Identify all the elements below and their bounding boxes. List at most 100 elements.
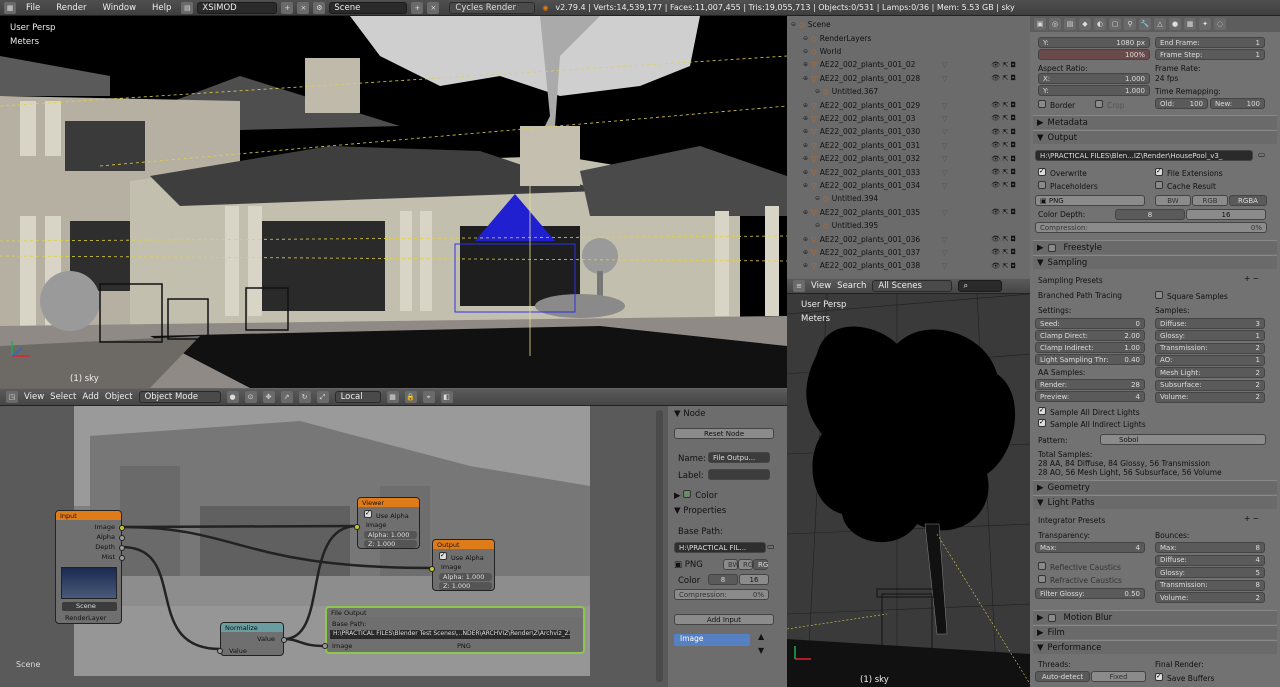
- constraints-tab-icon[interactable]: ⚲: [1124, 18, 1136, 30]
- menu-file[interactable]: File: [20, 3, 46, 13]
- visibility-icons[interactable]: 👁 ⇱ ◘: [991, 61, 1016, 69]
- reflective-caustics-checkbox[interactable]: Reflective Caustics: [1038, 562, 1121, 572]
- object-tab-icon[interactable]: ▢: [1109, 18, 1121, 30]
- compression-slider[interactable]: Compression: 0%: [674, 589, 769, 600]
- outliner-row[interactable]: ⊕ ▽ AE22_002_plants_001_02 ▽ 👁 ⇱ ◘: [787, 58, 1030, 71]
- scene-icon[interactable]: ⚙: [313, 1, 326, 14]
- viewer-use-alpha-checkbox[interactable]: [364, 509, 372, 518]
- socket-alpha[interactable]: [119, 535, 125, 541]
- file-output-node[interactable]: File Output Base Path: H:\PRACTICAL FILE…: [322, 606, 585, 654]
- film-panel-header[interactable]: ▶ Film: [1033, 625, 1277, 639]
- expand-toggle-icon[interactable]: ⊕: [803, 236, 811, 243]
- viewport-3d-secondary[interactable]: User Persp Meters (1) sky: [787, 294, 1030, 687]
- resolution-y-field[interactable]: Y: 1080 px: [1038, 37, 1150, 48]
- metadata-panel-header[interactable]: ▶ Metadata: [1033, 115, 1277, 129]
- output-socket-image[interactable]: [429, 566, 435, 572]
- input-list-item[interactable]: Image: [674, 634, 750, 646]
- scene-tab-icon[interactable]: ◆: [1079, 18, 1091, 30]
- file-output-socket-image[interactable]: [322, 643, 328, 649]
- preset-add-icon[interactable]: + −: [1244, 274, 1259, 283]
- sample-all-indirect-checkbox[interactable]: Sample All Indirect Lights: [1038, 418, 1146, 429]
- data-tab-icon[interactable]: △: [1154, 18, 1166, 30]
- crop-checkbox[interactable]: Crop: [1095, 100, 1125, 110]
- pivot-icon[interactable]: ⊙: [244, 391, 257, 403]
- reset-node-button[interactable]: Reset Node: [674, 428, 774, 439]
- scene-field[interactable]: Scene: [62, 602, 117, 611]
- delete-screen-icon[interactable]: ×: [297, 1, 310, 14]
- world-tab-icon[interactable]: ◐: [1094, 18, 1106, 30]
- texture-tab-icon[interactable]: ▦: [1184, 18, 1196, 30]
- outliner-row[interactable]: ⊕ ▽ AE22_002_plants_001_030 ▽ 👁 ⇱ ◘: [787, 125, 1030, 138]
- visibility-icons[interactable]: 👁 ⇱ ◘: [991, 168, 1016, 176]
- visibility-icons[interactable]: 👁 ⇱ ◘: [991, 74, 1016, 82]
- sample-count-field[interactable]: Transmission: 2: [1155, 342, 1265, 354]
- remap-new-field[interactable]: New: 100: [1210, 98, 1265, 109]
- outliner-row[interactable]: ⊕ ▽ AE22_002_plants_001_037 ▽ 👁 ⇱ ◘: [787, 246, 1030, 259]
- lock-icon[interactable]: 🔒: [404, 391, 417, 403]
- bounce-field[interactable]: Glossy: 5: [1155, 567, 1265, 578]
- outliner-row[interactable]: ⊖ ◇ Untitled.395: [787, 219, 1030, 232]
- outliner-menu-view[interactable]: View: [811, 281, 831, 291]
- performance-panel-header[interactable]: ▼ Performance: [1033, 640, 1277, 654]
- geometry-panel-header[interactable]: ▶ Geometry: [1033, 480, 1277, 494]
- folder-icon[interactable]: ▭: [767, 542, 775, 551]
- sampling-setting-field[interactable]: Seed: 0: [1035, 318, 1145, 329]
- normalize-socket-in[interactable]: [217, 648, 223, 654]
- menu-view[interactable]: View: [24, 392, 44, 402]
- visibility-icons[interactable]: 👁 ⇱ ◘: [991, 181, 1016, 189]
- sample-count-field[interactable]: Volume: 2: [1155, 391, 1265, 403]
- outliner-row[interactable]: ⊕ ▽ AE22_002_plants_001_029 ▽ 👁 ⇱ ◘: [787, 98, 1030, 111]
- add-screen-icon[interactable]: +: [281, 1, 294, 14]
- expand-toggle-icon[interactable]: ⊕: [803, 182, 811, 189]
- scale-icon[interactable]: ⤢: [316, 391, 329, 403]
- expand-toggle-icon[interactable]: ⊕: [803, 209, 811, 216]
- viewer-z-field[interactable]: Z: 1.000: [364, 540, 417, 548]
- integrator-select[interactable]: Branched Path Tracing: [1038, 291, 1122, 300]
- bw-button[interactable]: BW: [723, 559, 739, 570]
- node-label-field[interactable]: [708, 469, 770, 480]
- freestyle-panel-header[interactable]: ▶ Freestyle: [1033, 240, 1277, 254]
- snap-icon[interactable]: ⌖: [422, 391, 435, 403]
- expand-toggle-icon[interactable]: ⊕: [803, 169, 811, 176]
- lp-preset-add-icon[interactable]: + −: [1244, 514, 1259, 523]
- bounce-field[interactable]: Max: 8: [1155, 542, 1265, 553]
- cache-result-checkbox[interactable]: Cache Result: [1155, 181, 1216, 191]
- outliner-row[interactable]: ⊕ ▽ AE22_002_plants_001_028 ▽ 👁 ⇱ ◘: [787, 72, 1030, 85]
- expand-toggle-icon[interactable]: ⊖: [803, 48, 811, 55]
- render-icon[interactable]: ◧: [440, 391, 453, 403]
- sample-count-field[interactable]: Glossy: 1: [1155, 330, 1265, 342]
- transparency-max-field[interactable]: Max: 4: [1035, 542, 1145, 553]
- menu-object[interactable]: Object: [105, 392, 133, 402]
- expand-toggle-icon[interactable]: ⊕: [803, 102, 811, 109]
- expand-toggle-icon[interactable]: ⊕: [803, 75, 811, 82]
- border-checkbox[interactable]: Border: [1038, 100, 1075, 110]
- socket-mist[interactable]: [119, 555, 125, 561]
- file-format-select[interactable]: ▣ PNG: [1035, 195, 1145, 206]
- render-tab-icon[interactable]: ▣: [1034, 18, 1046, 30]
- expand-toggle-icon[interactable]: ⊕: [803, 115, 811, 122]
- remap-old-field[interactable]: Old: 100: [1155, 98, 1208, 109]
- outliner-row[interactable]: ⊕ ▽ AE22_002_plants_001_036 ▽ 👁 ⇱ ◘: [787, 232, 1030, 245]
- expand-toggle-icon[interactable]: ⊖: [791, 21, 799, 28]
- outliner-row[interactable]: ⊕ ▽ AE22_002_plants_001_038 ▽ 👁 ⇱ ◘: [787, 259, 1030, 272]
- viewer-alpha-field[interactable]: Alpha: 1.000: [364, 531, 417, 539]
- frame-step-field[interactable]: Frame Step: 1: [1155, 49, 1265, 60]
- rotate-icon[interactable]: ↻: [298, 391, 311, 403]
- visibility-icons[interactable]: 👁 ⇱ ◘: [991, 114, 1016, 122]
- render-samples-field[interactable]: Render: 28: [1035, 379, 1145, 390]
- bounce-field[interactable]: Transmission: 8: [1155, 579, 1265, 591]
- out-rgba-button[interactable]: RGBA: [1229, 195, 1267, 206]
- pattern-select[interactable]: Sobol: [1100, 434, 1266, 445]
- visibility-icons[interactable]: 👁 ⇱ ◘: [991, 141, 1016, 149]
- outliner-menu-search[interactable]: Search: [837, 281, 866, 291]
- sample-count-field[interactable]: Diffuse: 3: [1155, 318, 1265, 329]
- move-down-icon[interactable]: ▼: [758, 646, 764, 655]
- expand-toggle-icon[interactable]: ⊕: [803, 128, 811, 135]
- bounce-field[interactable]: Volume: 2: [1155, 592, 1265, 603]
- outliner-row[interactable]: ⊖ ◇ Untitled.367: [787, 85, 1030, 98]
- sample-count-field[interactable]: AO: 1: [1155, 354, 1265, 366]
- out-bw-button[interactable]: BW: [1155, 195, 1191, 206]
- menu-window[interactable]: Window: [97, 3, 143, 13]
- output-use-alpha-checkbox[interactable]: [439, 551, 447, 560]
- node-editor[interactable]: Scene Input Image Alpha Depth Mist Scene…: [0, 406, 668, 687]
